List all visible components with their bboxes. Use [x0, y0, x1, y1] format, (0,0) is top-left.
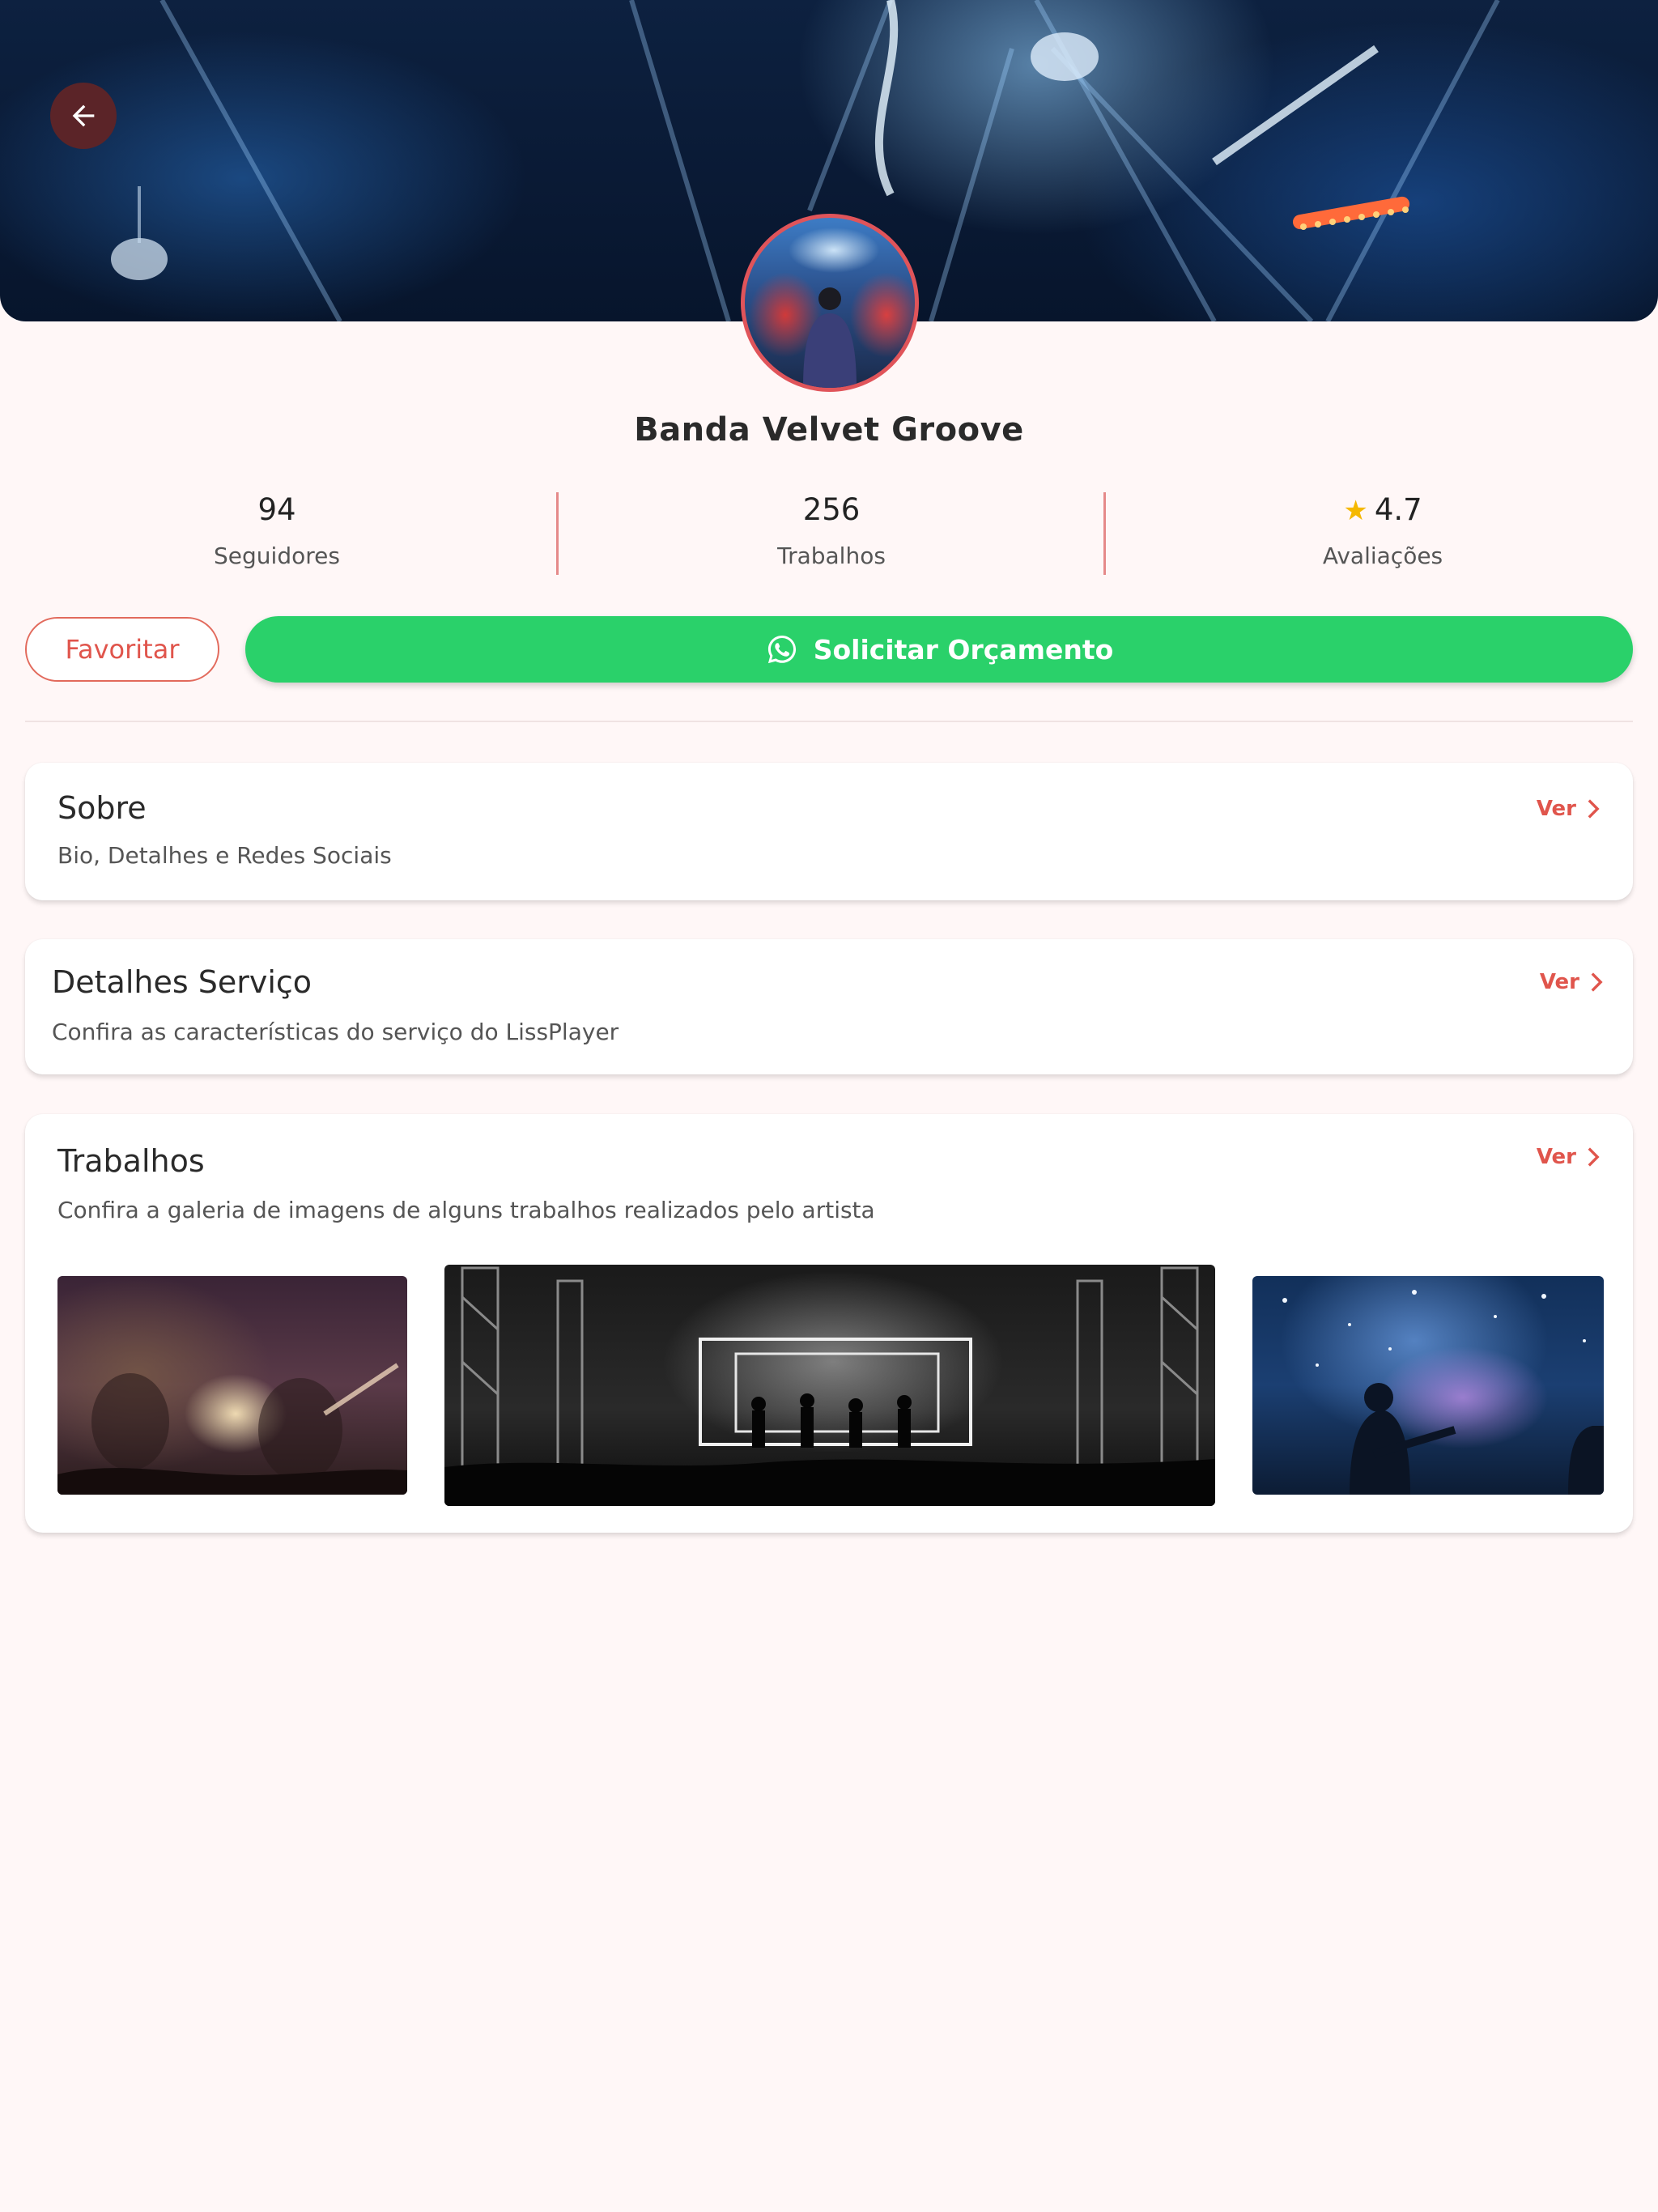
- service-details-view-link[interactable]: Ver: [1540, 970, 1604, 994]
- stat-divider: [556, 492, 559, 575]
- divider: [25, 721, 1633, 722]
- favorite-button-label: Favoritar: [65, 634, 180, 665]
- star-icon: ★: [1343, 495, 1368, 527]
- stat-divider: [1103, 492, 1106, 575]
- rating-value: 4.7: [1374, 492, 1422, 527]
- service-details-card[interactable]: Detalhes Serviço Confira as característi…: [25, 939, 1633, 1074]
- chevron-right-icon: [1591, 972, 1603, 992]
- works-count: 256: [802, 492, 861, 527]
- service-details-title: Detalhes Serviço: [52, 964, 312, 1000]
- rating-label: Avaliações: [1322, 542, 1443, 569]
- whatsapp-icon: [767, 635, 796, 664]
- chevron-right-icon: [1588, 799, 1600, 819]
- about-view-label: Ver: [1536, 797, 1576, 821]
- service-details-view-label: Ver: [1539, 970, 1579, 994]
- works-label: Trabalhos: [777, 542, 886, 569]
- about-title: Sobre: [57, 790, 147, 826]
- service-details-subtitle: Confira as características do serviço do…: [52, 1019, 619, 1045]
- works-title: Trabalhos: [57, 1143, 205, 1179]
- back-button[interactable]: [50, 83, 117, 149]
- request-quote-button[interactable]: Solicitar Orçamento: [245, 616, 1633, 683]
- about-view-link[interactable]: Ver: [1537, 797, 1601, 821]
- works-view-link[interactable]: Ver: [1537, 1145, 1601, 1169]
- favorite-button[interactable]: Favoritar: [25, 617, 219, 682]
- request-quote-label: Solicitar Orçamento: [813, 633, 1114, 666]
- gallery-image[interactable]: [1252, 1276, 1604, 1495]
- chevron-right-icon: [1588, 1147, 1600, 1167]
- works-card[interactable]: Trabalhos Confira a galeria de imagens d…: [25, 1114, 1633, 1533]
- profile-name: Banda Velvet Groove: [634, 411, 1024, 449]
- stat-followers: 94 Seguidores: [115, 491, 439, 569]
- stat-works: 256 Trabalhos: [670, 491, 993, 569]
- about-card[interactable]: Sobre Bio, Detalhes e Redes Sociais Ver: [25, 763, 1633, 900]
- works-subtitle: Confira a galeria de imagens de alguns t…: [57, 1197, 875, 1223]
- about-subtitle: Bio, Detalhes e Redes Sociais: [57, 842, 392, 869]
- works-view-label: Ver: [1536, 1145, 1576, 1169]
- arrow-left-icon: [72, 104, 95, 127]
- stat-rating: ★ 4.7 Avaliações: [1221, 491, 1545, 569]
- followers-label: Seguidores: [214, 542, 340, 569]
- gallery-image[interactable]: [57, 1276, 407, 1495]
- followers-count: 94: [257, 492, 296, 527]
- gallery-image[interactable]: [444, 1265, 1215, 1506]
- avatar: [741, 214, 919, 392]
- avatar-photo: [803, 287, 857, 388]
